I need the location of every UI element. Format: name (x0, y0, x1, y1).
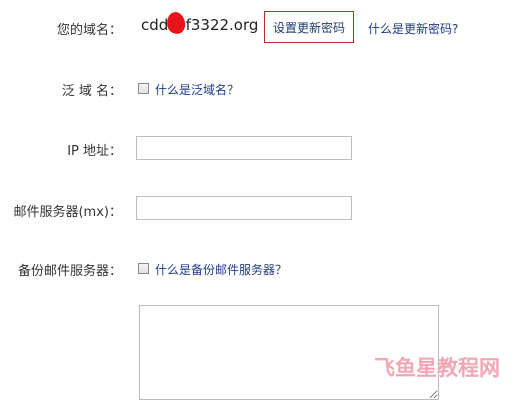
domain-label: 您的域名： (56, 23, 122, 38)
backup-mail-server-label: 备份邮件服务器： (17, 264, 122, 279)
what-is-wildcard-link[interactable]: 什么是泛域名？ (155, 81, 239, 98)
page-edge (515, 0, 528, 395)
what-is-backup-mail-server-link[interactable]: 什么是备份邮件服务器？ (155, 261, 287, 278)
set-update-password-button[interactable]: 设置更新密码 (264, 11, 354, 43)
ip-address-input[interactable] (136, 136, 352, 160)
what-is-update-password-link[interactable]: 什么是更新密码? (368, 20, 458, 37)
mail-server-input[interactable] (136, 196, 352, 220)
wildcard-domain-label: 泛 域 名： (61, 84, 122, 99)
backup-mail-server-checkbox[interactable] (138, 263, 149, 274)
mail-server-label: 邮件服务器(mx)： (13, 205, 122, 220)
ip-address-label: IP 地址： (67, 144, 122, 159)
domain-value-suffix: f3322.org (185, 16, 259, 34)
watermark-logo: 飞鱼星教程网 (374, 356, 500, 380)
domain-value: cddf f3322.org (141, 16, 258, 34)
wildcard-domain-checkbox[interactable] (138, 83, 149, 94)
